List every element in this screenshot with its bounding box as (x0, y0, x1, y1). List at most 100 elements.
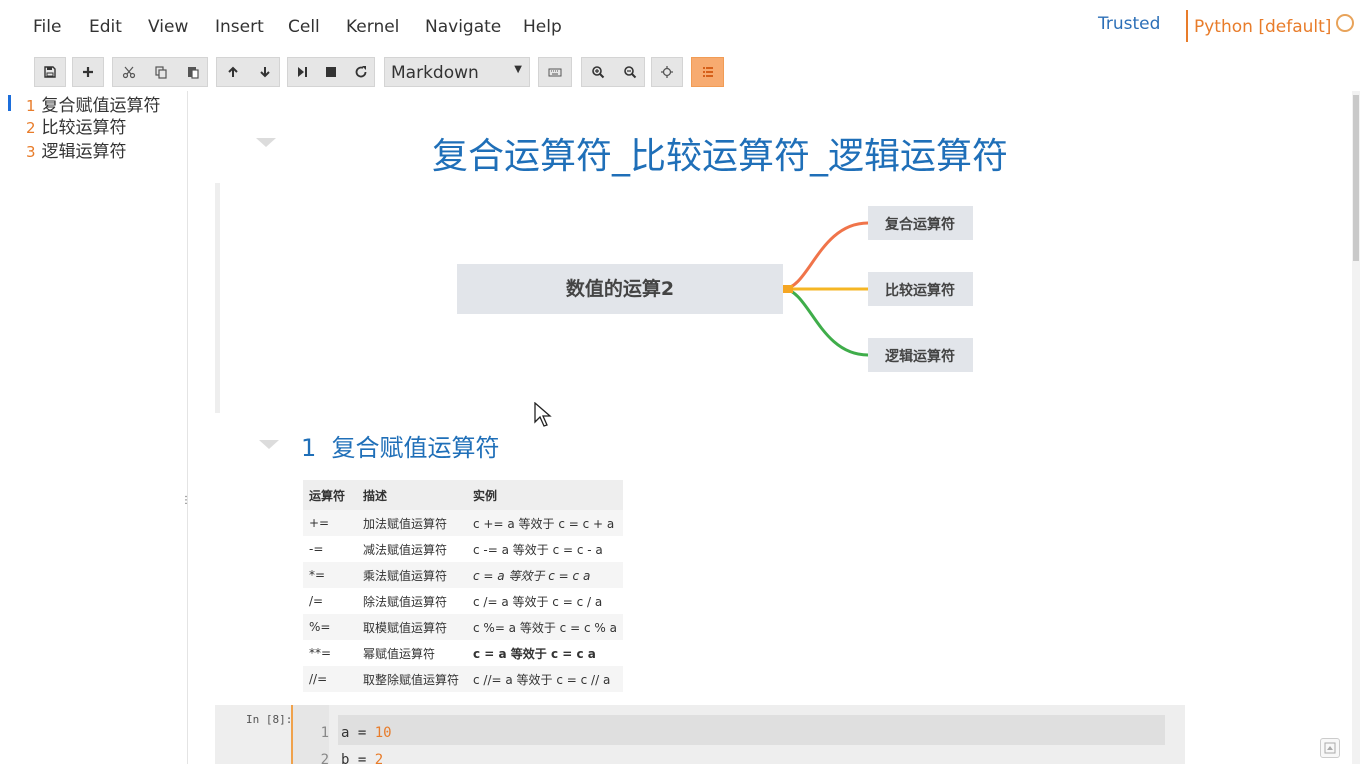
run-icon (298, 67, 307, 77)
toc-item-number: 2 (26, 119, 36, 137)
trusted-indicator[interactable]: Trusted (1098, 14, 1160, 34)
arrow-up-icon (1324, 742, 1336, 754)
table-cell: c %= a 等效于 c = c % a (467, 614, 623, 640)
cell-type-select[interactable]: Markdown ▼ (384, 57, 530, 87)
save-button[interactable] (34, 57, 66, 87)
menu-help[interactable]: Help (523, 17, 562, 37)
plus-icon (83, 67, 93, 77)
code-operator: = (349, 752, 375, 764)
table-cell: 幂赋值运算符 (357, 640, 467, 666)
table-cell: += (303, 510, 357, 536)
table-cell: c //= a 等效于 c = c // a (467, 666, 623, 692)
command-palette-button[interactable] (538, 57, 572, 87)
toc-toggle-button[interactable] (691, 57, 724, 87)
zoom-in-icon (592, 66, 605, 79)
code-line-highlight (338, 715, 1165, 745)
insert-cell-button[interactable] (72, 57, 104, 87)
arrow-up-icon (228, 66, 238, 77)
center-button[interactable] (651, 57, 683, 87)
mindmap-diagram: 数值的运算2 复合运算符 比较运算符 逻辑运算符 (457, 206, 973, 372)
paste-button[interactable] (177, 58, 209, 86)
table-cell: /= (303, 588, 357, 614)
table-row: %= 取模赋值运算符 c %= a 等效于 c = c % a (303, 614, 623, 640)
mindmap-connector (783, 285, 793, 293)
code-cell[interactable]: In [8]: 1a = 10 2b = 2 (215, 705, 1185, 764)
table-cell: 取整除赋值运算符 (357, 666, 467, 692)
run-button[interactable] (288, 58, 316, 86)
zoom-out-button[interactable] (614, 58, 646, 86)
collapse-heading-icon[interactable] (259, 440, 279, 449)
mindmap-node-label: 比较运算符 (885, 282, 955, 299)
table-row: += 加法赋值运算符 c += a 等效于 c = c + a (303, 510, 623, 536)
menu-edit[interactable]: Edit (89, 17, 122, 37)
mindmap-branch-line (782, 221, 869, 291)
cut-button[interactable] (113, 58, 145, 86)
table-cell: 除法赋值运算符 (357, 588, 467, 614)
table-cell: *= (303, 562, 357, 588)
table-cell: 乘法赋值运算符 (357, 562, 467, 588)
table-cell: //= (303, 666, 357, 692)
menu-navigate[interactable]: Navigate (425, 17, 501, 37)
toc-sidebar: 1 复合赋值运算符 2 比较运算符 3 逻辑运算符 ⋮ (0, 91, 191, 764)
menu-cell[interactable]: Cell (288, 17, 320, 37)
crosshair-icon (661, 66, 673, 78)
cell-selection-bar (215, 183, 220, 413)
toc-list-icon (702, 67, 713, 77)
arrow-down-icon (260, 67, 270, 78)
table-cell: c = a 等效于 c = c a (467, 640, 623, 666)
table-header: 实例 (467, 480, 623, 510)
table-row: *= 乘法赋值运算符 c = a 等效于 c = c a (303, 562, 623, 588)
table-header: 运算符 (303, 480, 357, 510)
section-number: 1 (301, 434, 317, 462)
restart-button[interactable] (346, 58, 376, 86)
menu-file[interactable]: File (33, 17, 61, 37)
table-cell: 加法赋值运算符 (357, 510, 467, 536)
notebook-title: 复合运算符_比较运算符_逻辑运算符 (432, 136, 1009, 177)
section-title: 复合赋值运算符 (331, 434, 500, 462)
collapse-heading-icon[interactable] (256, 138, 276, 147)
section-heading: 1 复合赋值运算符 (301, 428, 500, 463)
notebook-area: 复合运算符_比较运算符_逻辑运算符 数值的运算2 复合运算符 比较运算符 逻辑运… (189, 91, 1352, 764)
copy-button[interactable] (145, 58, 177, 86)
zoom-in-button[interactable] (582, 58, 614, 86)
menu-insert[interactable]: Insert (215, 17, 264, 37)
table-cell: **= (303, 640, 357, 666)
table-row: -= 减法赋值运算符 c -= a 等效于 c = c - a (303, 536, 623, 562)
kernel-name[interactable]: Python [default] (1194, 17, 1331, 37)
toc-resize-handle[interactable]: ⋮ (181, 495, 191, 506)
table-cell: c += a 等效于 c = c + a (467, 510, 623, 536)
kernel-status-icon (1336, 14, 1354, 32)
mindmap-node-label: 复合运算符 (884, 216, 955, 233)
move-up-button[interactable] (217, 58, 249, 86)
toc-item-3[interactable]: 3 逻辑运算符 (26, 137, 127, 162)
stop-icon (326, 67, 336, 77)
zoom-out-icon (624, 66, 637, 79)
mouse-cursor-icon (534, 402, 552, 427)
restart-icon (355, 66, 367, 78)
table-header: 描述 (357, 480, 467, 510)
cut-icon (122, 66, 136, 79)
move-down-button[interactable] (249, 58, 281, 86)
code-operator: = (349, 725, 375, 741)
line-number: 2 (320, 752, 329, 764)
toc-item-label: 逻辑运算符 (41, 142, 127, 162)
code-line[interactable]: 2b = 2 (321, 752, 384, 764)
keyboard-icon (548, 68, 562, 77)
toolbar: Markdown ▼ (0, 55, 1360, 91)
edit-button-group (112, 57, 208, 87)
cell-type-value: Markdown (391, 63, 479, 83)
code-number: 10 (374, 725, 392, 741)
code-line[interactable]: 1a = 10 (321, 725, 392, 741)
mindmap-node-label: 逻辑运算符 (885, 348, 955, 365)
menu-kernel[interactable]: Kernel (346, 17, 399, 37)
menu-view[interactable]: View (148, 17, 188, 37)
interrupt-button[interactable] (316, 58, 346, 86)
scrollbar-thumb[interactable] (1353, 95, 1359, 261)
scroll-top-button[interactable] (1320, 738, 1340, 758)
line-number: 1 (320, 725, 329, 741)
table-cell: 减法赋值运算符 (357, 536, 467, 562)
zoom-button-group (581, 57, 645, 87)
toc-item-number: 3 (26, 143, 36, 161)
notebook-scrollbar[interactable] (1352, 91, 1360, 764)
toc-item-2[interactable]: 2 比较运算符 (26, 113, 127, 138)
